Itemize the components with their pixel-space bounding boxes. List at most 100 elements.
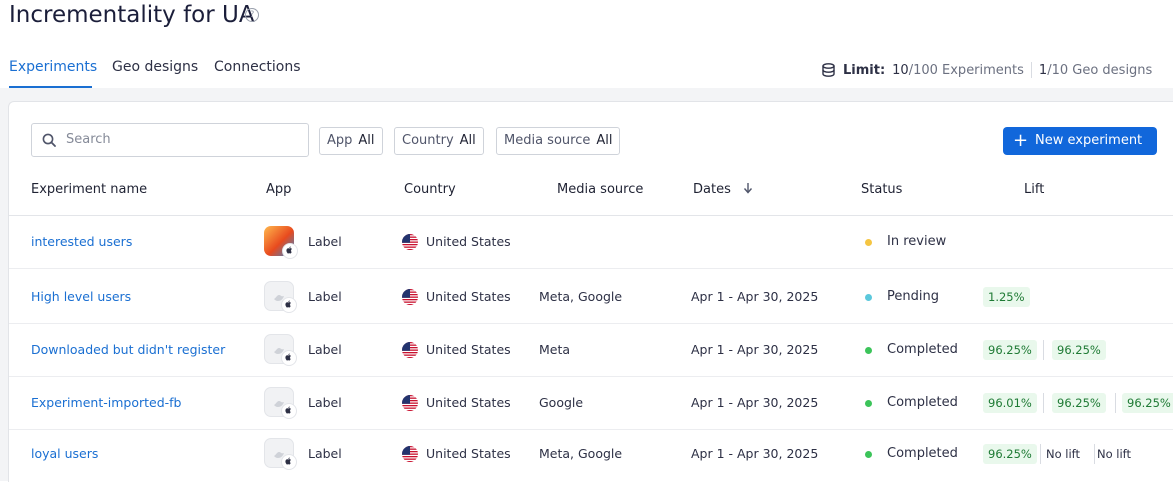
plus-icon: + [1013,130,1029,151]
new-experiment-button[interactable]: + New experiment [1003,127,1157,155]
app-label: Label [308,234,342,249]
page-title: Incrementality for UA [9,2,255,28]
experiment-name-link[interactable]: loyal users [31,446,98,461]
filter-country-value: All [459,133,476,148]
experiment-name-link[interactable]: Downloaded but didn't register [31,342,225,357]
lift-value: 96.25% [1052,393,1106,413]
media-source-value: Meta, Google [539,446,623,461]
status-dot [865,294,872,301]
media-source-value: Meta, Google [539,289,623,304]
tab-geo-designs[interactable]: Geo designs [112,59,198,75]
filter-media-label: Media source [504,133,591,148]
limit-label: Limit: [843,62,886,78]
media-source-value: Meta [539,342,571,357]
col-header-name[interactable]: Experiment name [31,182,147,197]
filter-country-label: Country [402,133,454,148]
lift-value: No lift [1046,447,1081,461]
new-experiment-label: New experiment [1035,133,1143,148]
country-value: United States [426,234,511,249]
status-dot [865,400,872,407]
us-flag-icon [402,395,418,411]
experiment-name-link[interactable]: High level users [31,289,131,304]
experiments-total: /100 Experiments [908,62,1024,78]
geo-used: 1 [1038,62,1048,78]
divider [1030,62,1032,78]
app-label: Label [308,289,342,304]
status-label: Completed [887,342,958,357]
app-label: Label [308,342,342,357]
lift-value: 96.25% [1122,393,1173,413]
tab-connections[interactable]: Connections [214,59,301,75]
col-header-app[interactable]: App [266,182,291,197]
apple-icon [281,297,297,313]
search-box[interactable] [31,123,309,157]
app-icon [264,226,298,259]
col-header-status[interactable]: Status [861,182,902,197]
experiment-name-link[interactable]: Experiment-imported-fb [31,395,181,410]
country-value: United States [426,395,511,410]
col-header-media-source[interactable]: Media source [557,182,643,197]
us-flag-icon [402,234,418,250]
status-label: Pending [887,289,939,304]
dates-value: Apr 1 - Apr 30, 2025 [691,289,819,304]
filter-app[interactable]: App All [319,127,383,155]
help-icon[interactable]: ? [245,8,259,22]
experiments-used: 10 [892,62,909,78]
lift-divider [1115,393,1116,413]
row-divider [9,323,1173,324]
lift-divider [1040,444,1041,464]
col-header-lift[interactable]: Lift [1024,182,1044,197]
filter-media-value: All [596,133,613,148]
apple-icon [281,403,297,419]
lift-value: 96.25% [983,444,1037,464]
lift-value: 1.25% [983,287,1030,307]
app-label: Label [308,395,342,410]
col-header-dates-label: Dates [693,182,731,197]
lift-value: No lift [1097,447,1132,461]
us-flag-icon [402,342,418,358]
apple-icon [282,243,298,259]
status-label: Completed [887,395,958,410]
search-input[interactable] [66,132,296,147]
row-divider [9,268,1173,269]
lift-divider [1094,444,1095,464]
row-divider [9,429,1173,430]
experiment-name-link[interactable]: interested users [31,234,132,249]
app-icon [264,438,297,470]
app-icon [264,387,297,419]
col-header-country[interactable]: Country [404,182,456,197]
dates-value: Apr 1 - Apr 30, 2025 [691,446,819,461]
row-divider [9,376,1173,377]
filter-country[interactable]: Country All [394,127,484,155]
database-icon [822,63,835,77]
status-dot [865,451,872,458]
lift-value: 96.01% [983,393,1037,413]
app-icon [264,281,297,313]
us-flag-icon [402,289,418,305]
lift-value: 96.25% [1052,340,1106,360]
tab-experiments[interactable]: Experiments [9,59,97,75]
status-dot [865,347,872,354]
dates-value: Apr 1 - Apr 30, 2025 [691,395,819,410]
col-header-dates[interactable]: Dates [693,182,753,197]
header-divider [9,215,1173,216]
status-dot [865,239,872,246]
lift-divider [1043,393,1044,413]
filter-app-value: All [358,133,375,148]
apple-icon [281,454,297,470]
app-label: Label [308,446,342,461]
us-flag-icon [402,446,418,462]
country-value: United States [426,446,511,461]
media-source-value: Google [539,395,584,410]
app-icon [264,334,297,366]
status-label: Completed [887,446,958,461]
limit-info: Limit: 10/100 Experiments 1/10 Geo desig… [822,62,1152,78]
filter-media-source[interactable]: Media source All [496,127,621,155]
lift-divider [1043,340,1044,360]
country-value: United States [426,289,511,304]
lift-value: 96.25% [983,340,1037,360]
status-label: In review [887,234,947,249]
filter-app-label: App [327,133,353,148]
arrow-down-icon [743,183,753,194]
geo-total: /10 Geo designs [1047,62,1153,78]
